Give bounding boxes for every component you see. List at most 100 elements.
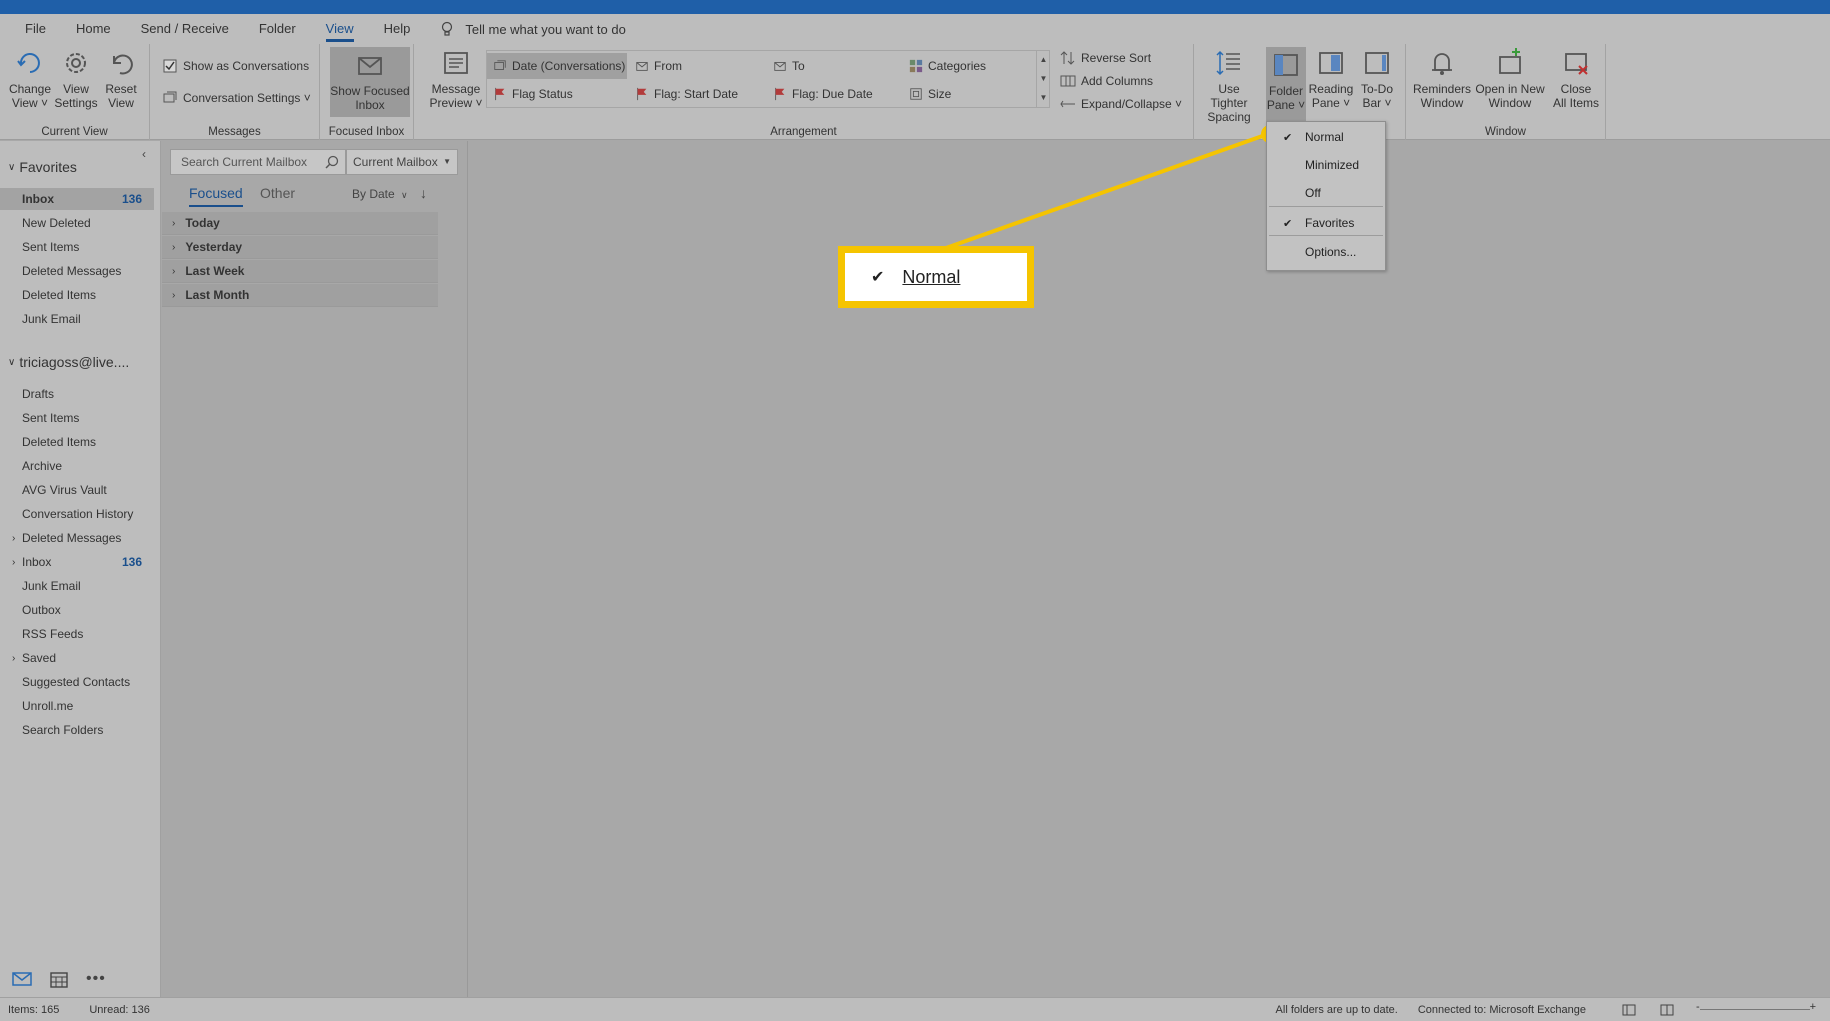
tab-view[interactable]: View	[311, 14, 369, 44]
arrangement-date-conversations[interactable]: Date (Conversations)	[487, 53, 627, 79]
add-columns-button[interactable]: Add Columns	[1060, 71, 1153, 91]
dropdown-item[interactable]: Off	[1267, 180, 1385, 206]
folder-pane-button[interactable]: Folder Pane ˅	[1266, 47, 1306, 121]
show-as-conversations-checkbox[interactable]: Show as Conversations	[162, 56, 309, 76]
conversation-settings-button[interactable]: Conversation Settings ˅	[162, 88, 311, 108]
account-header[interactable]: ∨ triciagoss@live....	[8, 354, 129, 370]
close-all-items-button[interactable]: Close All Items	[1548, 48, 1604, 110]
chevron-right-icon[interactable]: ›	[12, 557, 15, 568]
dropdown-item[interactable]: Options...	[1267, 239, 1385, 265]
message-group-header[interactable]: › Last Month	[162, 284, 438, 307]
favorite-item[interactable]: Deleted Items	[0, 284, 154, 306]
tab-send-receive[interactable]: Send / Receive	[126, 14, 244, 44]
favorite-item[interactable]: Junk Email	[0, 308, 154, 330]
tab-help[interactable]: Help	[369, 14, 426, 44]
normal-view-icon[interactable]	[1622, 1003, 1636, 1017]
account-folder-item[interactable]: Suggested Contacts	[0, 671, 154, 693]
message-preview-button[interactable]: Message Preview ˅	[428, 48, 484, 110]
reading-pane-button[interactable]: Reading Pane ˅	[1308, 48, 1354, 110]
favorite-item[interactable]: New Deleted	[0, 212, 154, 234]
account-folder-item[interactable]: Search Folders	[0, 719, 154, 741]
reset-view-button[interactable]: Reset View	[98, 48, 144, 110]
arrangement-size[interactable]: Size	[903, 81, 1043, 107]
chevron-right-icon: ›	[172, 265, 176, 277]
sort-direction-arrow-icon[interactable]: ↓	[420, 185, 427, 201]
favorite-item[interactable]: Sent Items	[0, 236, 154, 258]
gallery-scroll[interactable]: ▲ ▼ ▼	[1036, 50, 1050, 108]
group-arrangement: Message Preview ˅ Date (Conversations) F…	[414, 44, 1194, 140]
dropdown-item[interactable]: Minimized	[1267, 152, 1385, 178]
account-folder-item[interactable]: › Inbox 136	[0, 551, 154, 573]
chevron-right-icon[interactable]: ›	[12, 653, 15, 664]
arrangement-flag-start-date[interactable]: Flag: Start Date	[629, 81, 765, 107]
account-folder-item[interactable]: Junk Email	[0, 575, 154, 597]
account-folder-item[interactable]: Drafts	[0, 383, 154, 405]
view-settings-button[interactable]: View Settings	[53, 48, 99, 110]
arrangement-flag-status[interactable]: Flag Status	[487, 81, 627, 107]
mail-icon[interactable]	[12, 971, 32, 987]
message-list-pane: Search Current Mailbox Current Mailbox ▼…	[162, 141, 468, 997]
folder-label: Sent Items	[22, 411, 80, 425]
reminders-window-button[interactable]: Reminders Window	[1412, 48, 1472, 110]
tab-home[interactable]: Home	[61, 14, 126, 44]
arrangement-from[interactable]: From	[629, 53, 765, 79]
favorite-item[interactable]: Inbox 136	[0, 188, 154, 210]
show-focused-inbox-button[interactable]: Show Focused Inbox	[330, 47, 410, 117]
account-folder-item[interactable]: Archive	[0, 455, 154, 477]
gallery-more-icon[interactable]: ▼	[1037, 88, 1050, 107]
dropdown-item[interactable]: ✔ Favorites	[1267, 210, 1385, 236]
account-folder-item[interactable]: Deleted Items	[0, 431, 154, 453]
tab-file[interactable]: File	[10, 14, 61, 44]
todo-bar-button[interactable]: To-Do Bar ˅	[1354, 48, 1400, 110]
collapse-pane-icon[interactable]: ‹	[142, 147, 146, 161]
change-view-button[interactable]: Change View ˅	[7, 48, 53, 110]
tab-folder[interactable]: Folder	[244, 14, 311, 44]
message-group-header[interactable]: › Last Week	[162, 260, 438, 283]
favorites-header[interactable]: ∨ Favorites	[8, 159, 77, 175]
expand-collapse-button[interactable]: Expand/Collapse ˅	[1060, 94, 1182, 114]
zoom-slider[interactable]: - +	[1696, 1001, 1816, 1013]
account-folder-item[interactable]: › Saved	[0, 647, 154, 669]
to-envelope-icon	[774, 62, 786, 71]
calendar-icon[interactable]	[50, 970, 68, 988]
focused-inbox-icon	[358, 57, 382, 75]
more-apps-icon[interactable]: •••	[86, 970, 106, 988]
folder-label: Archive	[22, 459, 63, 473]
group-label: Today	[185, 216, 220, 230]
open-in-new-window-button[interactable]: Open in New Window	[1474, 48, 1546, 110]
search-scope-dropdown[interactable]: Current Mailbox ▼	[346, 149, 458, 175]
zoom-minus-icon[interactable]: -	[1696, 1001, 1700, 1013]
sort-by-dropdown[interactable]: By Date ∨	[352, 187, 408, 201]
scroll-down-icon[interactable]: ▼	[1037, 69, 1050, 88]
tab-other[interactable]: Other	[260, 185, 295, 201]
reverse-sort-button[interactable]: Reverse Sort	[1060, 48, 1151, 68]
scroll-up-icon[interactable]: ▲	[1037, 50, 1050, 69]
favorite-item[interactable]: Deleted Messages	[0, 260, 154, 282]
chevron-right-icon[interactable]: ›	[12, 533, 15, 544]
account-folder-item[interactable]: Sent Items	[0, 407, 154, 429]
account-folder-item[interactable]: AVG Virus Vault	[0, 479, 154, 501]
arrangement-to[interactable]: To	[767, 53, 901, 79]
account-folder-item[interactable]: › Deleted Messages	[0, 527, 154, 549]
message-group-header[interactable]: › Yesterday	[162, 236, 438, 259]
account-folder-item[interactable]: Unroll.me	[0, 695, 154, 717]
expand-collapse-icon	[1060, 100, 1075, 108]
search-input[interactable]: Search Current Mailbox	[170, 149, 346, 175]
change-view-icon	[17, 53, 40, 73]
dropdown-item[interactable]: ✔ Normal	[1267, 124, 1385, 150]
reading-view-icon[interactable]	[1660, 1003, 1674, 1017]
zoom-plus-icon[interactable]: +	[1810, 1001, 1816, 1013]
folder-label: Saved	[22, 651, 57, 665]
search-icon[interactable]	[325, 155, 339, 169]
account-folder-item[interactable]: Outbox	[0, 599, 154, 621]
tell-me-box[interactable]: Tell me what you want to do	[439, 21, 626, 37]
use-tighter-spacing-button[interactable]: Use Tighter Spacing	[1199, 48, 1259, 124]
message-group-header[interactable]: › Today	[162, 212, 438, 235]
account-folder-item[interactable]: Conversation History	[0, 503, 154, 525]
arrangement-flag-due-date[interactable]: Flag: Due Date	[767, 81, 901, 107]
arrangement-categories[interactable]: Categories	[903, 53, 1043, 79]
arrangement-gallery: Date (Conversations) From To Categories …	[486, 50, 1050, 108]
account-folder-item[interactable]: RSS Feeds	[0, 623, 154, 645]
tab-focused[interactable]: Focused	[189, 185, 243, 207]
folder-label: Unroll.me	[22, 699, 74, 713]
